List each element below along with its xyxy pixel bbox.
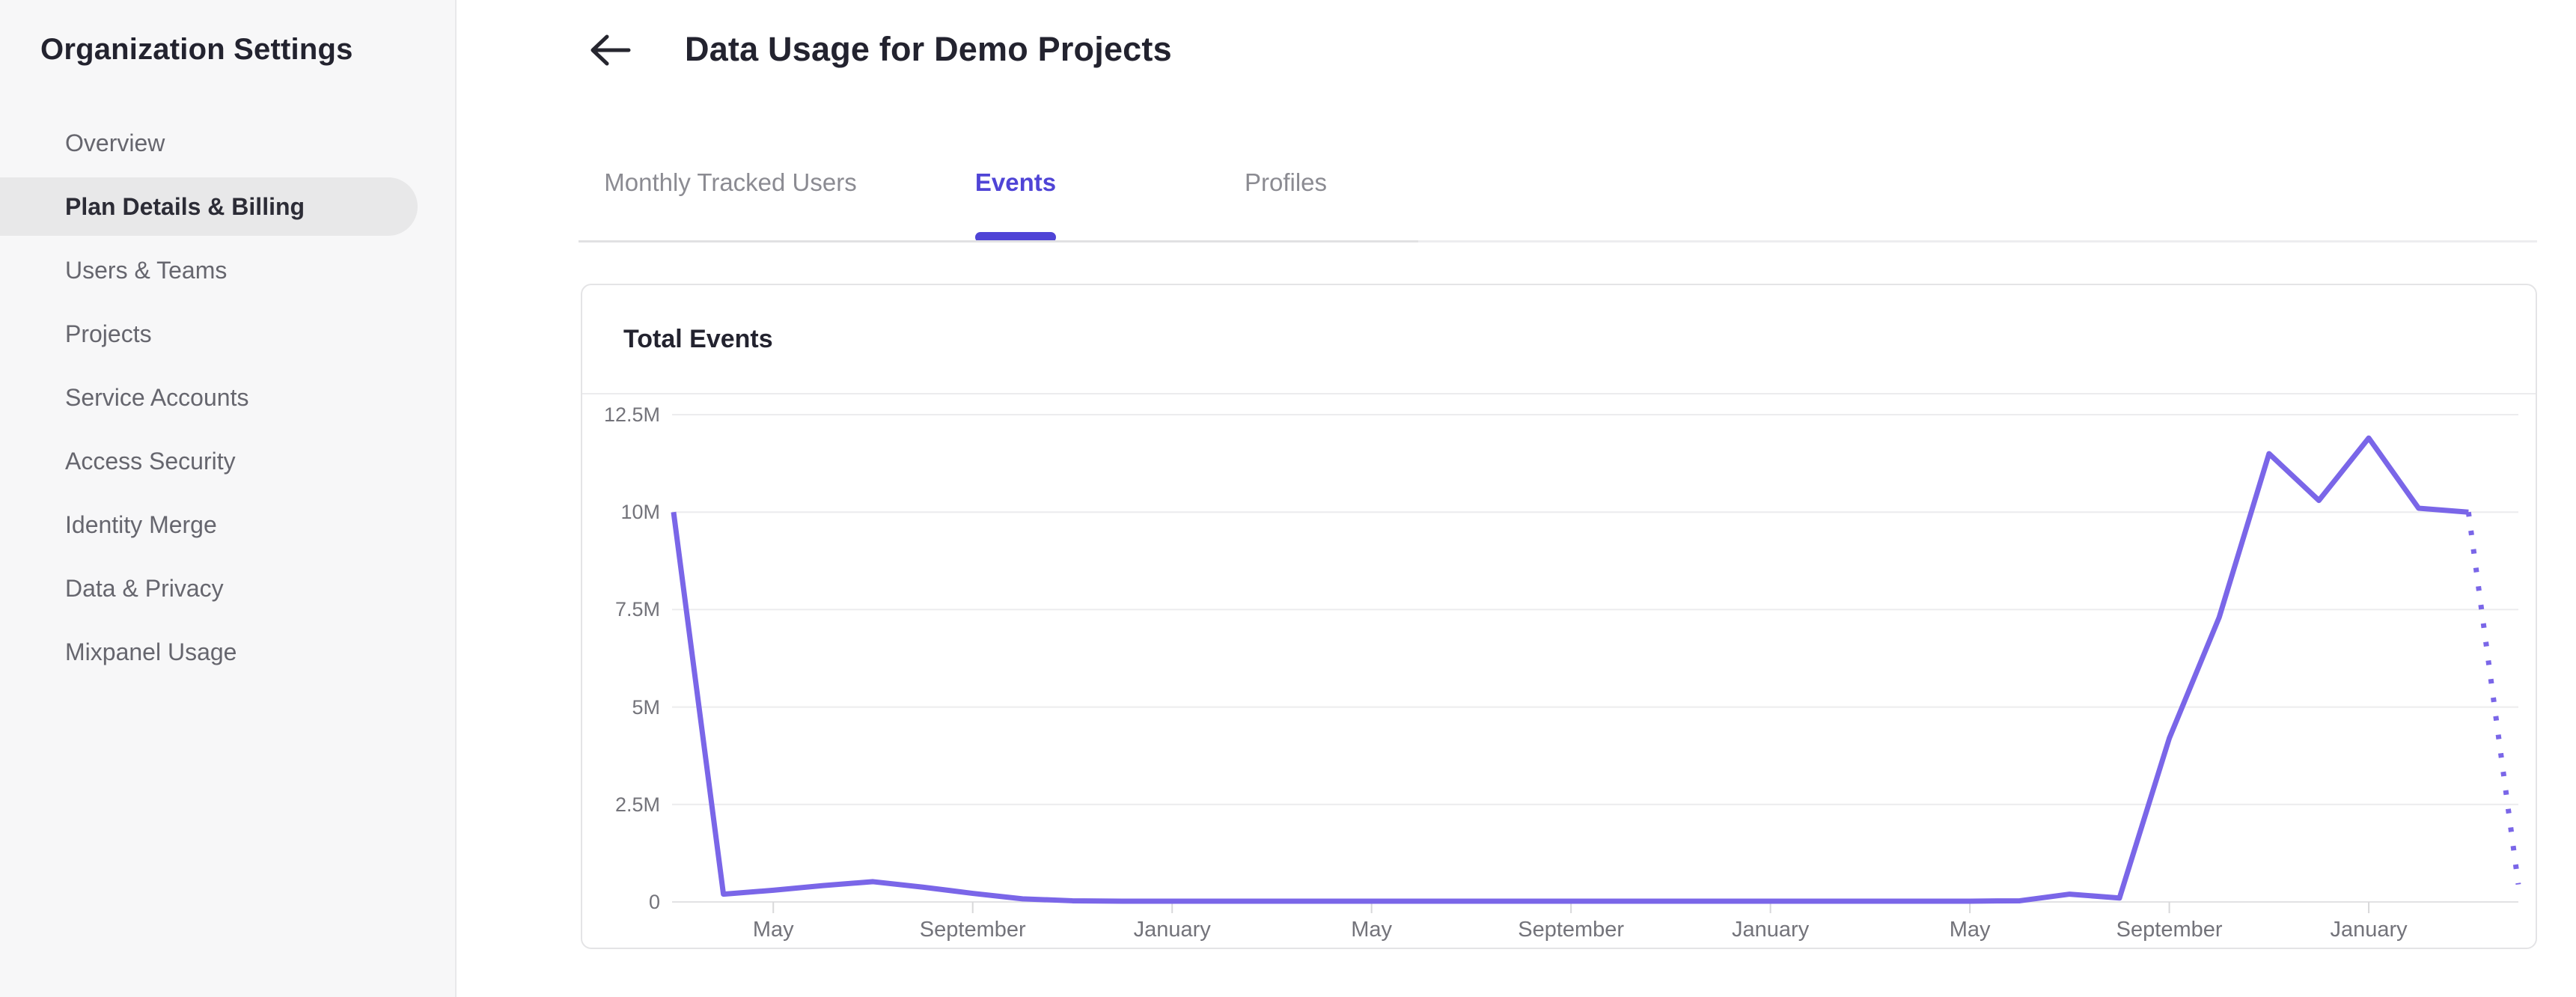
sidebar-item-label: Mixpanel Usage xyxy=(65,638,237,665)
total-events-series-line xyxy=(671,435,2469,904)
card-header: Total Events xyxy=(582,285,2536,394)
projected-usage-dotted-line xyxy=(2465,511,2521,885)
sidebar-item-label: Data & Privacy xyxy=(65,574,224,602)
x-axis-label-2-january: January xyxy=(1133,918,1211,942)
x-axis-label-1-september: September xyxy=(919,918,1026,942)
x-axis-label-3-may: May xyxy=(1351,918,1393,942)
sidebar-item-label: Overview xyxy=(65,129,165,156)
page-title: Data Usage for Demo Projects xyxy=(685,30,1172,68)
x-axis-label-8-january: January xyxy=(2330,918,2408,942)
page: { "sidebar": { "title": "Organization Se… xyxy=(0,0,2576,997)
y-axis-label-5M: 5M xyxy=(632,695,660,719)
tab-monthly-tracked-users[interactable]: Monthly Tracked Users xyxy=(604,168,856,197)
x-axis-label-5-january: January xyxy=(1732,918,1810,942)
sidebar-item-label: Access Security xyxy=(65,447,236,475)
y-axis-label-10M: 10M xyxy=(620,501,660,524)
y-axis-label-2.5M: 2.5M xyxy=(614,793,660,816)
sidebar-item-label: Users & Teams xyxy=(65,256,228,284)
left-arrow-icon xyxy=(588,33,632,70)
tab-profiles[interactable]: Profiles xyxy=(1245,168,1327,197)
sidebar-item-users-teams[interactable]: Users & Teams xyxy=(0,241,418,299)
x-axis-label-4-september: September xyxy=(1518,918,1625,942)
sidebar-item-projects[interactable]: Projects xyxy=(0,305,418,363)
sidebar-item-access-security[interactable]: Access Security xyxy=(0,432,418,490)
content-divider xyxy=(1418,240,2537,243)
y-axis-label-12.5M: 12.5M xyxy=(603,403,660,426)
sidebar-item-plan-details-billing[interactable]: Plan Details & Billing xyxy=(0,177,418,236)
tab-events[interactable]: Events xyxy=(975,168,1056,197)
sidebar-item-data-privacy[interactable]: Data & Privacy xyxy=(0,559,418,618)
sidebar-item-label: Plan Details & Billing xyxy=(65,192,305,220)
y-axis-label-7.5M: 7.5M xyxy=(614,598,660,621)
sidebar-item-identity-merge[interactable]: Identity Merge xyxy=(0,496,418,554)
sidebar-title: Organization Settings xyxy=(40,33,353,66)
sidebar-item-label: Identity Merge xyxy=(65,510,217,538)
sidebar-item-overview[interactable]: Overview xyxy=(0,114,418,172)
chart-title: Total Events xyxy=(623,324,773,353)
back-button[interactable] xyxy=(586,30,634,72)
y-axis-label-0: 0 xyxy=(648,891,660,913)
x-axis-label-6-may: May xyxy=(1949,918,1991,942)
sidebar-item-label: Projects xyxy=(65,320,152,347)
sidebar-item-label: Service Accounts xyxy=(65,383,249,411)
sidebar-item-mixpanel-usage[interactable]: Mixpanel Usage xyxy=(0,623,418,681)
sidebar-item-service-accounts[interactable]: Service Accounts xyxy=(0,368,418,427)
x-axis-label-0-may: May xyxy=(752,918,794,942)
tab-row-divider xyxy=(579,240,1418,243)
organization-settings-sidebar: Organization Settings Overview Plan Detai… xyxy=(0,0,457,997)
x-axis-label-7-september: September xyxy=(2116,918,2223,942)
total-events-line-chart[interactable] xyxy=(671,414,2521,918)
